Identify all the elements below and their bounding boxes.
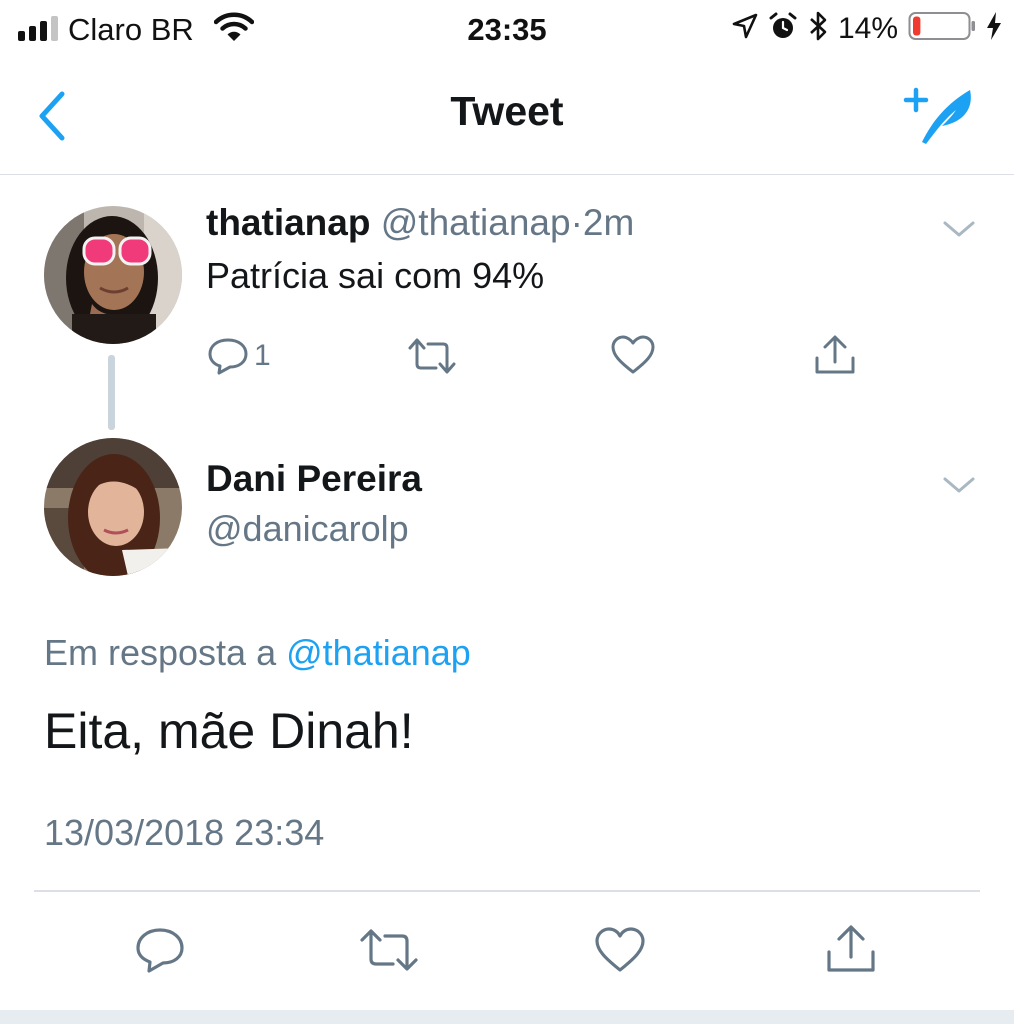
in-reply-prefix: Em resposta a	[44, 632, 277, 673]
main-retweet-button[interactable]	[358, 926, 420, 974]
parent-tweet-header: thatianap @thatianap·2m	[206, 202, 634, 244]
share-icon	[827, 925, 875, 972]
heart-icon	[595, 927, 645, 972]
parent-reply-count: 1	[254, 339, 271, 372]
avatar-danicarolp[interactable]	[44, 438, 182, 576]
parent-tweet-text: Patrícia sai com 94%	[206, 255, 545, 296]
parent-reply-button[interactable]: 1	[206, 336, 271, 376]
bottom-separator	[0, 1010, 1014, 1024]
share-icon	[815, 335, 855, 374]
battery-percent: 14%	[837, 11, 898, 45]
location-icon	[732, 13, 758, 44]
parent-tweet-menu-button[interactable]	[942, 218, 976, 240]
heart-icon	[611, 335, 655, 374]
chevron-down-icon	[943, 477, 975, 493]
charging-icon	[986, 11, 1002, 46]
alarm-icon	[768, 11, 798, 46]
in-reply-mention-link[interactable]: @thatianap	[286, 632, 471, 673]
parent-author-handle[interactable]: @thatianap	[381, 202, 571, 243]
avatar-thatianap[interactable]	[44, 206, 182, 344]
reply-icon	[136, 928, 184, 973]
tweet-timestamp: 13/03/2018 23:34	[44, 812, 325, 853]
page-title: Tweet	[450, 88, 564, 134]
bluetooth-icon	[808, 10, 828, 47]
reply-icon	[208, 338, 248, 375]
thread-connector-line	[108, 355, 115, 430]
parent-retweet-button[interactable]	[406, 336, 458, 376]
battery-icon	[908, 11, 976, 46]
compose-tweet-button[interactable]	[900, 82, 980, 152]
main-tweet-menu-button[interactable]	[942, 474, 976, 496]
main-like-button[interactable]	[594, 926, 646, 974]
parent-share-button[interactable]	[812, 332, 858, 378]
divider	[34, 890, 980, 892]
navigation-bar: Tweet	[0, 58, 1014, 175]
parent-time-ago: 2m	[582, 202, 635, 243]
main-tweet-text: Eita, mãe Dinah!	[44, 703, 414, 759]
status-bar: Claro BR 23:35 14%	[0, 0, 1014, 58]
compose-tweet-icon	[903, 87, 971, 144]
parent-author-name[interactable]: thatianap	[206, 202, 370, 243]
retweet-icon	[408, 338, 456, 374]
main-reply-button[interactable]	[134, 926, 186, 974]
main-author-name[interactable]: Dani Pereira	[206, 458, 422, 500]
in-reply-to: Em resposta a @thatianap	[44, 632, 471, 674]
chevron-down-icon	[943, 221, 975, 237]
parent-like-button[interactable]	[610, 334, 656, 376]
main-share-button[interactable]	[824, 922, 878, 976]
main-author-handle[interactable]: @danicarolp	[206, 508, 409, 550]
retweet-icon	[360, 929, 418, 971]
header-separator: ·	[570, 202, 583, 243]
